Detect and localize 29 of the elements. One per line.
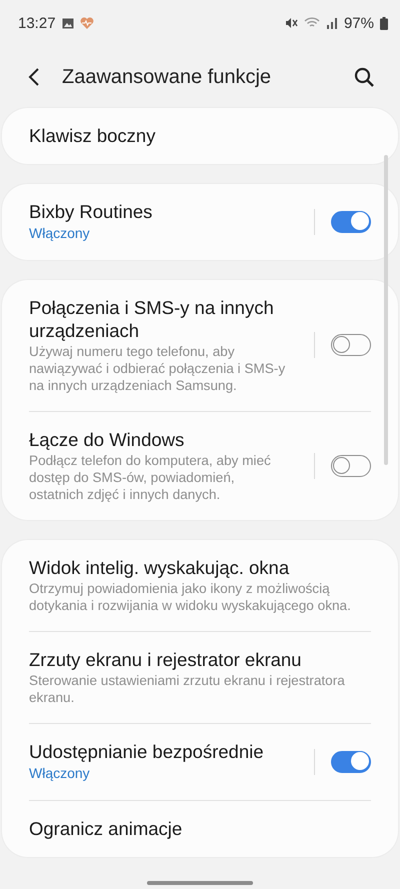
toggle-switch[interactable] xyxy=(331,454,371,476)
page-title: Zaawansowane funkcje xyxy=(62,66,272,88)
toggle-switch[interactable] xyxy=(331,750,371,772)
setting-title: Bixby Routines xyxy=(29,200,154,223)
toggle-switch[interactable] xyxy=(331,210,371,232)
battery-icon xyxy=(380,16,388,30)
setting-description: Używaj numeru tego telefonu, aby nawiązywać i odbierać połączenia i SMS-y na innych urządzeniach Samsung. xyxy=(29,343,286,394)
setting-title: Klawisz boczny xyxy=(29,124,156,147)
setting-title: Widok intelig. wyskakując. okna xyxy=(29,556,290,579)
setting-description: Podłącz telefon do komputera, aby mieć dostęp do SMS-ów, powiadomień, ostatnich zdjęć i innych danych. xyxy=(29,452,272,503)
setting-title: Zrzuty ekranu i rejestrator ekranu xyxy=(29,648,302,671)
setting-title: Łącze do Windows xyxy=(29,428,186,451)
setting-title: Połączenia i SMS-y na innych urządzeniach xyxy=(29,296,275,342)
setting-status: Włączony xyxy=(29,764,91,783)
setting-description: Otrzymuj powiadomienia jako ikony z możliwością dotykania i rozwijania w widoku wyskakującego okna. xyxy=(29,580,352,614)
clock: 13:27 xyxy=(18,14,56,32)
mute-icon xyxy=(284,17,298,29)
image-icon xyxy=(62,18,74,28)
chevron-left-icon xyxy=(28,68,40,86)
search-icon xyxy=(354,67,374,87)
wifi-icon xyxy=(304,17,320,29)
toggle-switch[interactable] xyxy=(331,334,371,356)
heart-icon xyxy=(80,17,94,29)
setting-title: Ogranicz animacje xyxy=(29,817,184,840)
setting-title: Udostępnianie bezpośrednie xyxy=(29,740,265,763)
signal-icon xyxy=(326,17,338,29)
setting-description: Sterowanie ustawieniami zrzutu ekranu i rejestratora ekranu. xyxy=(29,672,346,706)
battery-percent: 97% xyxy=(344,14,374,32)
setting-status: Włączony xyxy=(29,224,91,243)
